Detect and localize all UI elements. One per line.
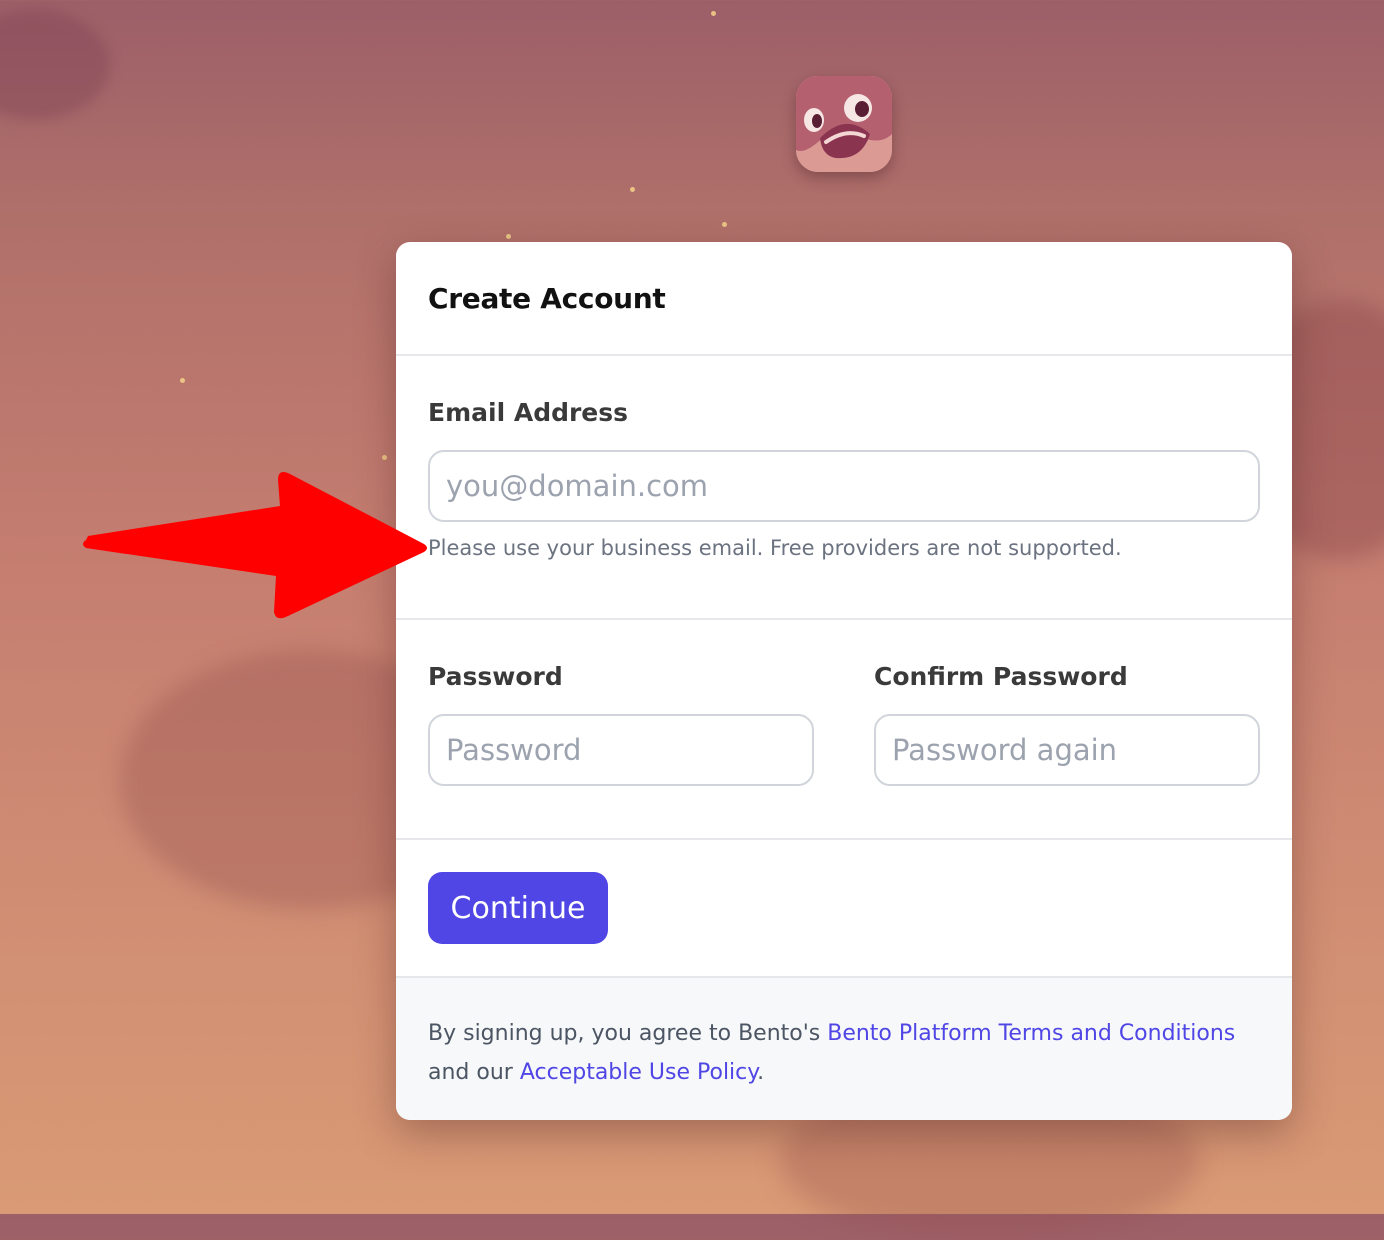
terms-middle: and our [428, 1060, 513, 1085]
password-label: Password [428, 662, 563, 691]
email-label: Email Address [428, 398, 629, 427]
sparkle [711, 11, 716, 16]
email-hint-text: Please use your business email. Free pro… [428, 536, 1122, 560]
confirm-password-field[interactable] [874, 714, 1260, 786]
confirm-password-label: Confirm Password [874, 662, 1128, 691]
email-field[interactable] [428, 450, 1260, 522]
terms-suffix: . [757, 1060, 765, 1085]
sparkle [382, 455, 387, 460]
divider [396, 838, 1292, 840]
sparkle [630, 187, 635, 192]
terms-footer: By signing up, you agree to Bento's Bent… [396, 978, 1292, 1120]
create-account-card: Create Account Email Address Please use … [396, 242, 1292, 1120]
policy-link[interactable]: Acceptable Use Policy [520, 1060, 757, 1085]
bento-mascot-logo [796, 76, 892, 172]
red-arrow-icon [78, 464, 430, 628]
terms-link[interactable]: Bento Platform Terms and Conditions [827, 1021, 1235, 1046]
terms-text: By signing up, you agree to Bento's Bent… [428, 1014, 1268, 1092]
background-blob [0, 10, 110, 120]
sparkle [180, 378, 185, 383]
divider [396, 618, 1292, 620]
terms-prefix: By signing up, you agree to Bento's [428, 1021, 821, 1046]
sparkle [722, 222, 727, 227]
page-title: Create Account [428, 282, 666, 315]
sparkle [506, 234, 511, 239]
continue-button[interactable]: Continue [428, 872, 608, 944]
divider [396, 354, 1292, 356]
password-field[interactable] [428, 714, 814, 786]
